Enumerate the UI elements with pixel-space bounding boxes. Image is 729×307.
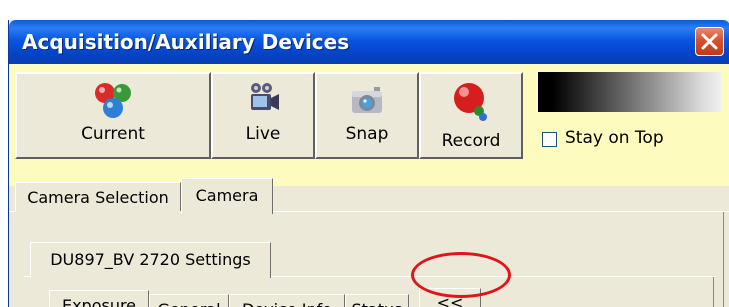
tab-general[interactable]: General [149,294,229,307]
window-title: Acquisition/Auxiliary Devices [22,30,350,54]
snap-camera-icon [352,87,382,113]
highlight-ring [411,252,511,298]
tab-device-info[interactable]: Device Info [229,294,345,307]
settings-panel-right-edge [713,277,714,307]
live-video-camera-icon [251,83,279,110]
close-button[interactable] [695,27,724,56]
title-bar[interactable]: Acquisition/Auxiliary Devices [9,20,729,64]
record-ball-icon [454,83,487,121]
acquisition-window: Acquisition/Auxiliary Devices Current Li… [8,20,729,307]
page: Acquisition/Auxiliary Devices Current Li… [0,0,729,307]
outer-tab-area: Camera Selection Camera DU897_BV 2720 Se… [9,178,729,307]
live-button[interactable]: Live [211,72,315,159]
stay-on-top-label[interactable]: Stay on Top [565,128,664,148]
outer-tab-baseline-left [9,211,15,212]
record-button-label: Record [441,131,501,151]
tab-settings-group[interactable]: DU897_BV 2720 Settings [30,242,271,278]
tab-camera[interactable]: Camera [181,178,273,214]
current-molecule-icon [95,83,131,118]
tab-status[interactable]: Status [345,294,409,307]
current-button[interactable]: Current [15,72,211,159]
current-button-label: Current [81,124,145,144]
toolbar-area: Current Live Snap Record Stay on Top [9,64,729,186]
tab-camera-selection[interactable]: Camera Selection [15,182,181,211]
outer-tab-baseline-right [273,211,729,212]
close-icon [701,33,718,50]
stay-on-top-checkbox[interactable] [542,132,557,147]
intensity-gradient-bar [538,72,721,112]
tab-exposure[interactable]: Exposure [49,290,149,307]
record-button[interactable]: Record [419,72,523,159]
outer-panel-right-edge [723,212,724,307]
snap-button-label: Snap [345,124,389,144]
snap-button[interactable]: Snap [315,72,419,159]
live-button-label: Live [245,124,281,144]
